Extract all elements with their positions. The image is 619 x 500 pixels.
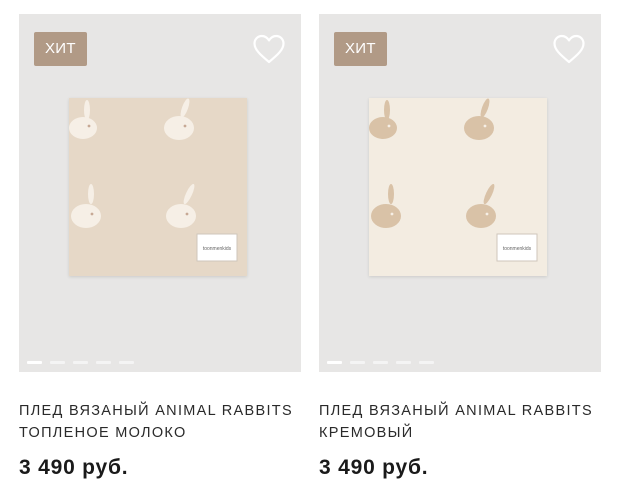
carousel-dot[interactable] [27,361,42,364]
product-photo-blanket: toonmenkids [369,98,547,276]
hit-badge: ХИТ [34,32,87,66]
brand-label: toonmenkids [503,246,532,252]
carousel-dot[interactable] [373,361,388,364]
brand-label: toonmenkids [203,246,232,252]
carousel-indicator[interactable] [327,361,434,364]
carousel-dot[interactable] [327,361,342,364]
product-card[interactable]: ХИТ toonmenkids ПЛЕД ВЯЗАНЫЙ ANIMAL RABB… [319,14,601,480]
carousel-indicator[interactable] [27,361,134,364]
heart-icon[interactable] [552,33,586,65]
product-image-area[interactable]: ХИТ toonmenkids [319,14,601,372]
product-price: 3 490 руб. [319,456,429,479]
carousel-dot[interactable] [119,361,134,364]
product-card[interactable]: ХИТ toonmenkids ПЛЕД ВЯЗАНЫЙ ANIMAL RABB… [19,14,301,480]
product-title[interactable]: ПЛЕД ВЯЗАНЫЙ ANIMAL RABBITS КРЕМОВЫЙ [319,400,601,444]
carousel-dot[interactable] [96,361,111,364]
carousel-dot[interactable] [350,361,365,364]
heart-icon[interactable] [252,33,286,65]
carousel-dot[interactable] [50,361,65,364]
carousel-dot[interactable] [396,361,411,364]
product-image-area[interactable]: ХИТ toonmenkids [19,14,301,372]
carousel-dot[interactable] [73,361,88,364]
hit-badge: ХИТ [334,32,387,66]
product-price: 3 490 руб. [19,456,129,479]
product-photo-blanket: toonmenkids [69,98,247,276]
product-title[interactable]: ПЛЕД ВЯЗАНЫЙ ANIMAL RABBITS ТОПЛЕНОЕ МОЛ… [19,400,301,444]
carousel-dot[interactable] [419,361,434,364]
